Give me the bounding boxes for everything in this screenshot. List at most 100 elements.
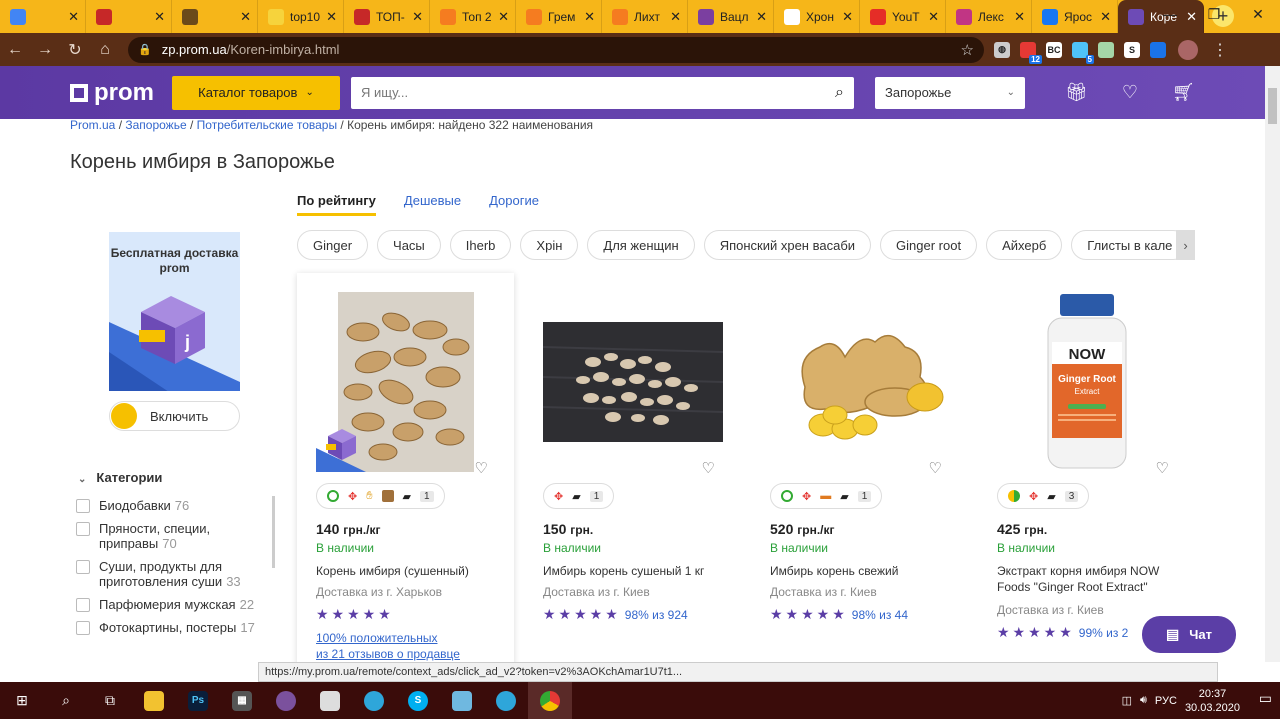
free-delivery-promo[interactable]: Бесплатная доставка prom j [109, 232, 240, 391]
close-tab-icon[interactable]: ✕ [1014, 9, 1025, 25]
city-select[interactable]: Запорожье ⌄ [875, 76, 1025, 109]
tag-chip[interactable]: Японский хрен васаби [703, 230, 872, 260]
forward-icon[interactable]: → [30, 41, 60, 59]
file-explorer-icon[interactable] [132, 682, 176, 719]
seller-reviews-link[interactable]: 100% положительных из 21 отзывов о продав… [316, 630, 460, 662]
gift-icon[interactable]: 🎁︎ [1065, 82, 1088, 103]
category-item[interactable]: Пряности, специи, приправы 70 [76, 521, 266, 551]
tag-chip[interactable]: Часы [377, 230, 441, 260]
browser-tab[interactable]: Топ 2 ✕ [430, 0, 516, 33]
language-indicator[interactable]: РУС [1155, 695, 1177, 707]
product-name[interactable]: Корень имбиря (сушенный) [316, 563, 501, 579]
category-checkbox[interactable] [76, 598, 90, 612]
close-tab-icon[interactable]: ✕ [498, 9, 509, 25]
close-tab-icon[interactable]: ✕ [1100, 9, 1111, 25]
sort-tab-rating[interactable]: По рейтингу [297, 193, 376, 216]
paint-icon[interactable] [308, 682, 352, 719]
tag-chip[interactable]: Ginger root [880, 230, 978, 260]
favorite-heart-icon[interactable]: ♡ [1156, 459, 1169, 477]
chrome-icon[interactable] [528, 682, 572, 719]
task-view-icon[interactable]: ⧉ [88, 682, 132, 719]
product-card[interactable]: ♡ ✥ ▬ ▰ 1 520 грн./кг В наличии Имбирь ко… [751, 273, 968, 668]
tag-chip[interactable]: Iherb [449, 230, 512, 260]
browser-tab[interactable]: ✕ [86, 0, 172, 33]
browser-tab[interactable]: top10 ✕ [258, 0, 344, 33]
breadcrumb-link[interactable]: Потребительские товары [197, 118, 337, 132]
categories-heading[interactable]: ⌄ Категории [78, 470, 162, 485]
close-tab-icon[interactable]: ✕ [842, 9, 853, 25]
telegram-icon[interactable] [484, 682, 528, 719]
photoshop-icon[interactable]: Ps [176, 682, 220, 719]
tag-chip[interactable]: Айхерб [986, 230, 1063, 260]
category-item[interactable]: Фотокартины, постеры 17 [76, 620, 266, 635]
s-extension-icon[interactable]: S [1124, 41, 1140, 58]
close-tab-icon[interactable]: ✕ [756, 9, 767, 25]
telegram-icon[interactable] [352, 682, 396, 719]
tag-chip[interactable]: Глисты в кале [1071, 230, 1189, 260]
sort-tab-expensive[interactable]: Дорогие [489, 193, 539, 216]
close-window-icon[interactable]: ✕ [1236, 0, 1280, 28]
mail-extension-icon[interactable] [1098, 41, 1114, 58]
back-icon[interactable]: ← [0, 41, 30, 59]
product-name[interactable]: Имбирь корень свежий [770, 563, 955, 579]
browser-tab[interactable]: Вацл ✕ [688, 0, 774, 33]
browser-tab[interactable]: ✕ [172, 0, 258, 33]
category-checkbox[interactable] [76, 560, 90, 574]
close-tab-icon[interactable]: ✕ [584, 9, 595, 25]
product-image[interactable]: NOW Ginger Root Extract [978, 289, 1195, 474]
bc-extension-icon[interactable]: BC [1046, 41, 1062, 58]
scrollbar-thumb[interactable] [1268, 88, 1277, 124]
chips-next-icon[interactable]: › [1176, 230, 1195, 260]
categories-scrollbar[interactable] [272, 496, 275, 568]
network-icon[interactable]: ◫ [1122, 694, 1132, 707]
favorite-heart-icon[interactable]: ♡ [929, 459, 942, 477]
product-name[interactable]: Имбирь корень сушеный 1 кг [543, 563, 728, 579]
cart-icon[interactable]: 🛒︎ [1172, 82, 1195, 103]
favorite-heart-icon[interactable]: ♡ [475, 459, 488, 477]
browser-tab[interactable]: ✕ [0, 0, 86, 33]
category-item[interactable]: Суши, продукты для приготовления суши 33 [76, 559, 266, 589]
browser-tab[interactable]: YouT ✕ [860, 0, 946, 33]
minimize-icon[interactable]: — [1148, 0, 1192, 28]
category-item[interactable]: Биодобавки 76 [76, 498, 266, 513]
heart-icon[interactable]: ♡ [1122, 82, 1138, 103]
browser-tab[interactable]: Грем ✕ [516, 0, 602, 33]
rating-reviews-link[interactable]: 98% из 44 [852, 608, 908, 622]
start-button[interactable]: ⊞ [0, 682, 44, 719]
tag-chip[interactable]: Для женщин [587, 230, 695, 260]
product-name[interactable]: Экстракт корня имбиря NOW Foods "Ginger … [997, 563, 1182, 595]
close-tab-icon[interactable]: ✕ [412, 9, 423, 25]
bookmark-star-icon[interactable]: ☆ [961, 41, 974, 59]
home-icon[interactable]: ⌂ [90, 41, 120, 59]
page-scrollbar[interactable] [1265, 66, 1280, 662]
close-tab-icon[interactable]: ✕ [240, 9, 251, 25]
category-checkbox[interactable] [76, 499, 90, 513]
search-taskbar-icon[interactable]: ⌕ [44, 682, 88, 719]
address-bar[interactable]: 🔒 zp.prom.ua/Koren-imbirya.html ☆ [128, 36, 984, 63]
globe-extension-icon[interactable]: ◍ [994, 41, 1010, 58]
clock[interactable]: 20:37 30.03.2020 [1185, 687, 1240, 715]
search-input[interactable]: Я ищу... ⌕ [351, 76, 854, 109]
prom-logo[interactable]: prom [70, 79, 154, 107]
close-tab-icon[interactable]: ✕ [326, 9, 337, 25]
volume-icon[interactable]: 🔊︎ [1140, 694, 1147, 707]
product-image[interactable] [524, 289, 741, 474]
close-tab-icon[interactable]: ✕ [68, 9, 79, 25]
favorite-heart-icon[interactable]: ♡ [702, 459, 715, 477]
category-checkbox[interactable] [76, 522, 90, 536]
close-tab-icon[interactable]: ✕ [928, 9, 939, 25]
breadcrumb-link[interactable]: Запорожье [125, 118, 186, 132]
blue-extension-icon[interactable]: 5 [1072, 41, 1094, 64]
sort-tab-cheap[interactable]: Дешевые [404, 193, 461, 216]
profile-avatar[interactable] [1178, 39, 1198, 60]
browser-tab[interactable]: Хрон ✕ [774, 0, 860, 33]
reload-icon[interactable]: ↻ [60, 40, 90, 60]
rating-reviews-link[interactable]: 98% из 924 [625, 608, 688, 622]
browser-tab[interactable]: Лекс ✕ [946, 0, 1032, 33]
red-extension-icon[interactable]: 12 [1020, 41, 1042, 64]
search-icon[interactable]: ⌕ [835, 84, 844, 102]
translate-extension-icon[interactable] [1150, 41, 1166, 58]
category-checkbox[interactable] [76, 621, 90, 635]
tag-chip[interactable]: Хрін [520, 230, 579, 260]
product-card[interactable]: ♡ ✥ ✋︎ ▰ 1 140 грн./кг В наличии Корень и… [297, 273, 514, 668]
